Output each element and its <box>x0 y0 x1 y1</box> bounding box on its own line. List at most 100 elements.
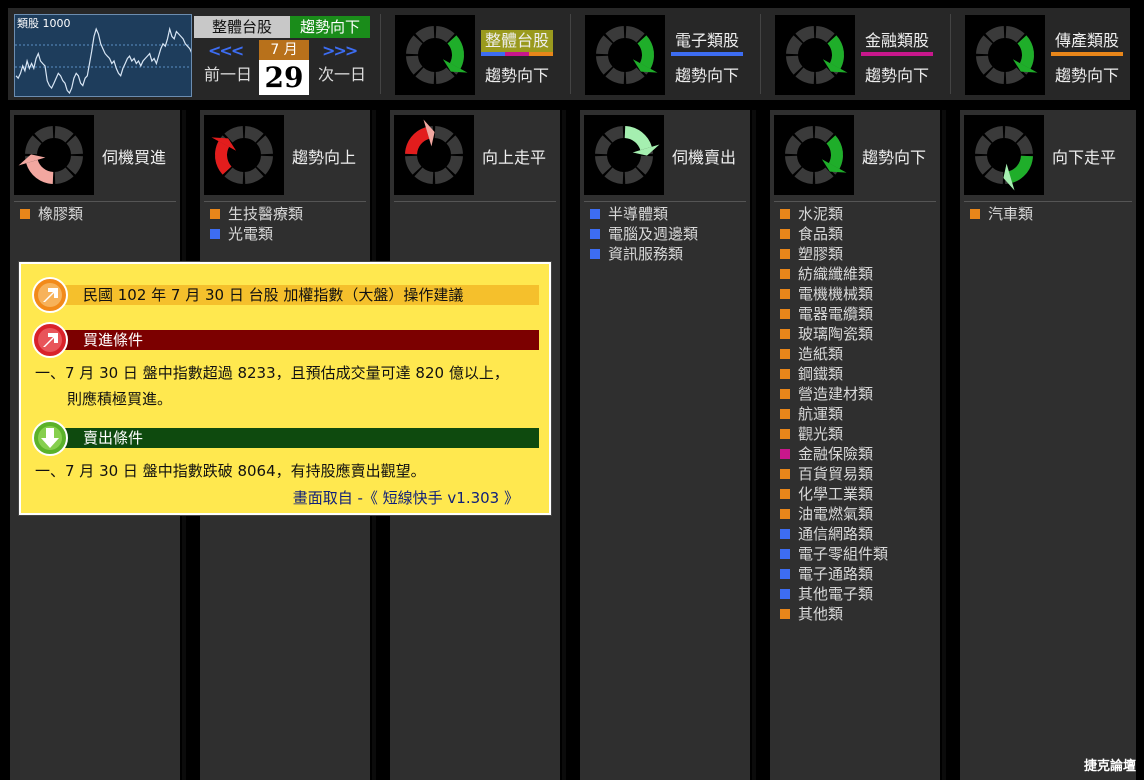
category-item[interactable]: 資訊服務類 <box>590 244 698 264</box>
column-title: 向下走平 <box>1052 148 1117 167</box>
trend-status-badge: 趨勢向下 <box>290 16 370 38</box>
top-category-traditional[interactable]: 傳產類股 趨勢向下 <box>951 14 1131 96</box>
advice-title: 民國 102 年 7 月 30 日 台股 加權指數（大盤）操作建議 <box>49 285 539 305</box>
category-color-square <box>780 329 790 339</box>
category-item[interactable]: 玻璃陶瓷類 <box>780 324 888 344</box>
category-label: 塑膠類 <box>798 245 844 263</box>
category-label: 金融保險類 <box>798 445 874 463</box>
category-item[interactable]: 食品類 <box>780 224 888 244</box>
category-trend: 趨勢向下 <box>675 66 740 85</box>
category-item[interactable]: 塑膠類 <box>780 244 888 264</box>
top-category-electronics[interactable]: 電子類股 趨勢向下 <box>571 14 751 96</box>
column-trend-down: 趨勢向下 水泥類 食品類 塑膠類紡織纖維類電機機械類電器電纜類 玻璃陶瓷類 造紙類 鋼鐵類… <box>770 110 940 780</box>
category-color-square <box>780 429 790 439</box>
trend-cycle-icon <box>585 15 665 95</box>
category-label: 化學工業類 <box>798 485 874 503</box>
category-item[interactable]: 紡織纖維類 <box>780 264 888 284</box>
category-item[interactable]: 其他電子類 <box>780 584 888 604</box>
category-item[interactable]: 電子零組件類 <box>780 544 888 564</box>
trend-cycle-icon <box>584 115 664 195</box>
top-bar: 類股 1000 整體台股 趨勢向下 <<< >>> 7 月 29 前一日 次一日… <box>8 8 1130 100</box>
category-item[interactable]: 油電燃氣類 <box>780 504 888 524</box>
category-color-square <box>590 249 600 259</box>
category-item[interactable]: 通信網路類 <box>780 524 888 544</box>
category-label: 紡織纖維類 <box>798 265 874 283</box>
category-color-square <box>780 589 790 599</box>
column-title: 趨勢向下 <box>862 148 927 167</box>
column-gap <box>942 110 946 780</box>
column-title: 伺機賣出 <box>672 148 737 167</box>
color-line-segment <box>671 52 743 56</box>
prev-day-arrows-icon[interactable]: <<< <box>208 41 244 60</box>
category-label: 營造建材類 <box>798 385 874 403</box>
sell-condition-line: 一、7 月 30 日 盤中指數跌破 8064，有持股應賣出觀望。 <box>35 462 426 480</box>
top-category-overall[interactable]: 整體台股 趨勢向下 <box>381 14 561 96</box>
category-color-square <box>970 209 980 219</box>
category-item[interactable]: 金融保險類 <box>780 444 888 464</box>
category-color-square <box>780 349 790 359</box>
column-down-flat: 向下走平 汽車類 <box>960 110 1136 780</box>
category-item[interactable]: 汽車類 <box>970 204 1033 224</box>
buy-condition-line: 一、7 月 30 日 盤中指數超過 8233，且預估成交量可達 820 億以上， <box>35 364 509 382</box>
column-gap <box>752 110 756 780</box>
category-list: 汽車類 <box>970 204 1033 224</box>
category-trend: 趨勢向下 <box>1055 66 1120 85</box>
category-label: 油電燃氣類 <box>798 505 874 523</box>
category-item[interactable]: 水泥類 <box>780 204 888 224</box>
category-item[interactable]: 百貨貿易類 <box>780 464 888 484</box>
category-color-square <box>780 309 790 319</box>
category-color-square <box>780 269 790 279</box>
next-day-button[interactable]: 次一日 <box>318 61 366 85</box>
category-item[interactable]: 電器電纜類 <box>780 304 888 324</box>
category-item[interactable]: 觀光類 <box>780 424 888 444</box>
color-line-segment <box>529 52 553 56</box>
divider <box>14 201 176 202</box>
category-item[interactable]: 鋼鐵類 <box>780 364 888 384</box>
tab-overall-market[interactable]: 整體台股 <box>194 16 290 38</box>
trend-cycle-icon <box>394 115 474 195</box>
category-label: 其他電子類 <box>798 585 874 603</box>
month-display: 7 月 <box>259 40 309 60</box>
category-label: 航運類 <box>798 405 844 423</box>
sector-index-mini-chart[interactable]: 類股 1000 <box>14 14 192 97</box>
category-color-square <box>780 289 790 299</box>
divider <box>584 201 746 202</box>
next-day-arrows-icon[interactable]: >>> <box>322 41 358 60</box>
sell-conditions-header: 賣出條件 <box>49 428 539 448</box>
color-line-segment <box>861 52 933 56</box>
category-trend: 趨勢向下 <box>485 66 550 85</box>
color-line-segment <box>1051 52 1123 56</box>
category-color-square <box>780 409 790 419</box>
category-item[interactable]: 電腦及週邊類 <box>590 224 698 244</box>
category-list: 半導體類 電腦及週邊類 資訊服務類 <box>590 204 698 264</box>
category-label: 電腦及週邊類 <box>608 225 699 243</box>
category-label: 橡膠類 <box>38 205 84 223</box>
category-item[interactable]: 電機機械類 <box>780 284 888 304</box>
category-item[interactable]: 營造建材類 <box>780 384 888 404</box>
category-name: 傳產類股 <box>1055 31 1120 50</box>
prev-day-button[interactable]: 前一日 <box>204 61 252 85</box>
column-title: 趨勢向上 <box>292 148 357 167</box>
category-item[interactable]: 電子通路類 <box>780 564 888 584</box>
category-item[interactable]: 光電類 <box>210 224 303 244</box>
category-color-square <box>780 249 790 259</box>
trend-cycle-icon <box>14 115 94 195</box>
divider <box>774 201 936 202</box>
category-item[interactable]: 造紙類 <box>780 344 888 364</box>
color-line-segment <box>505 52 529 56</box>
category-item[interactable]: 其他類 <box>780 604 888 624</box>
category-item[interactable]: 橡膠類 <box>20 204 83 224</box>
column-title: 向上走平 <box>482 148 547 167</box>
category-item[interactable]: 半導體類 <box>590 204 698 224</box>
category-item[interactable]: 化學工業類 <box>780 484 888 504</box>
buy-condition-line: 則應積極買進。 <box>67 390 173 408</box>
buy-arrow-badge-icon <box>32 322 68 358</box>
category-color-square <box>780 229 790 239</box>
category-label: 電器電纜類 <box>798 305 874 323</box>
category-label: 電機機械類 <box>798 285 874 303</box>
category-item[interactable]: 航運類 <box>780 404 888 424</box>
top-category-finance[interactable]: 金融類股 趨勢向下 <box>761 14 941 96</box>
category-color-line <box>481 52 553 56</box>
divider <box>394 201 556 202</box>
category-item[interactable]: 生技醫療類 <box>210 204 303 224</box>
